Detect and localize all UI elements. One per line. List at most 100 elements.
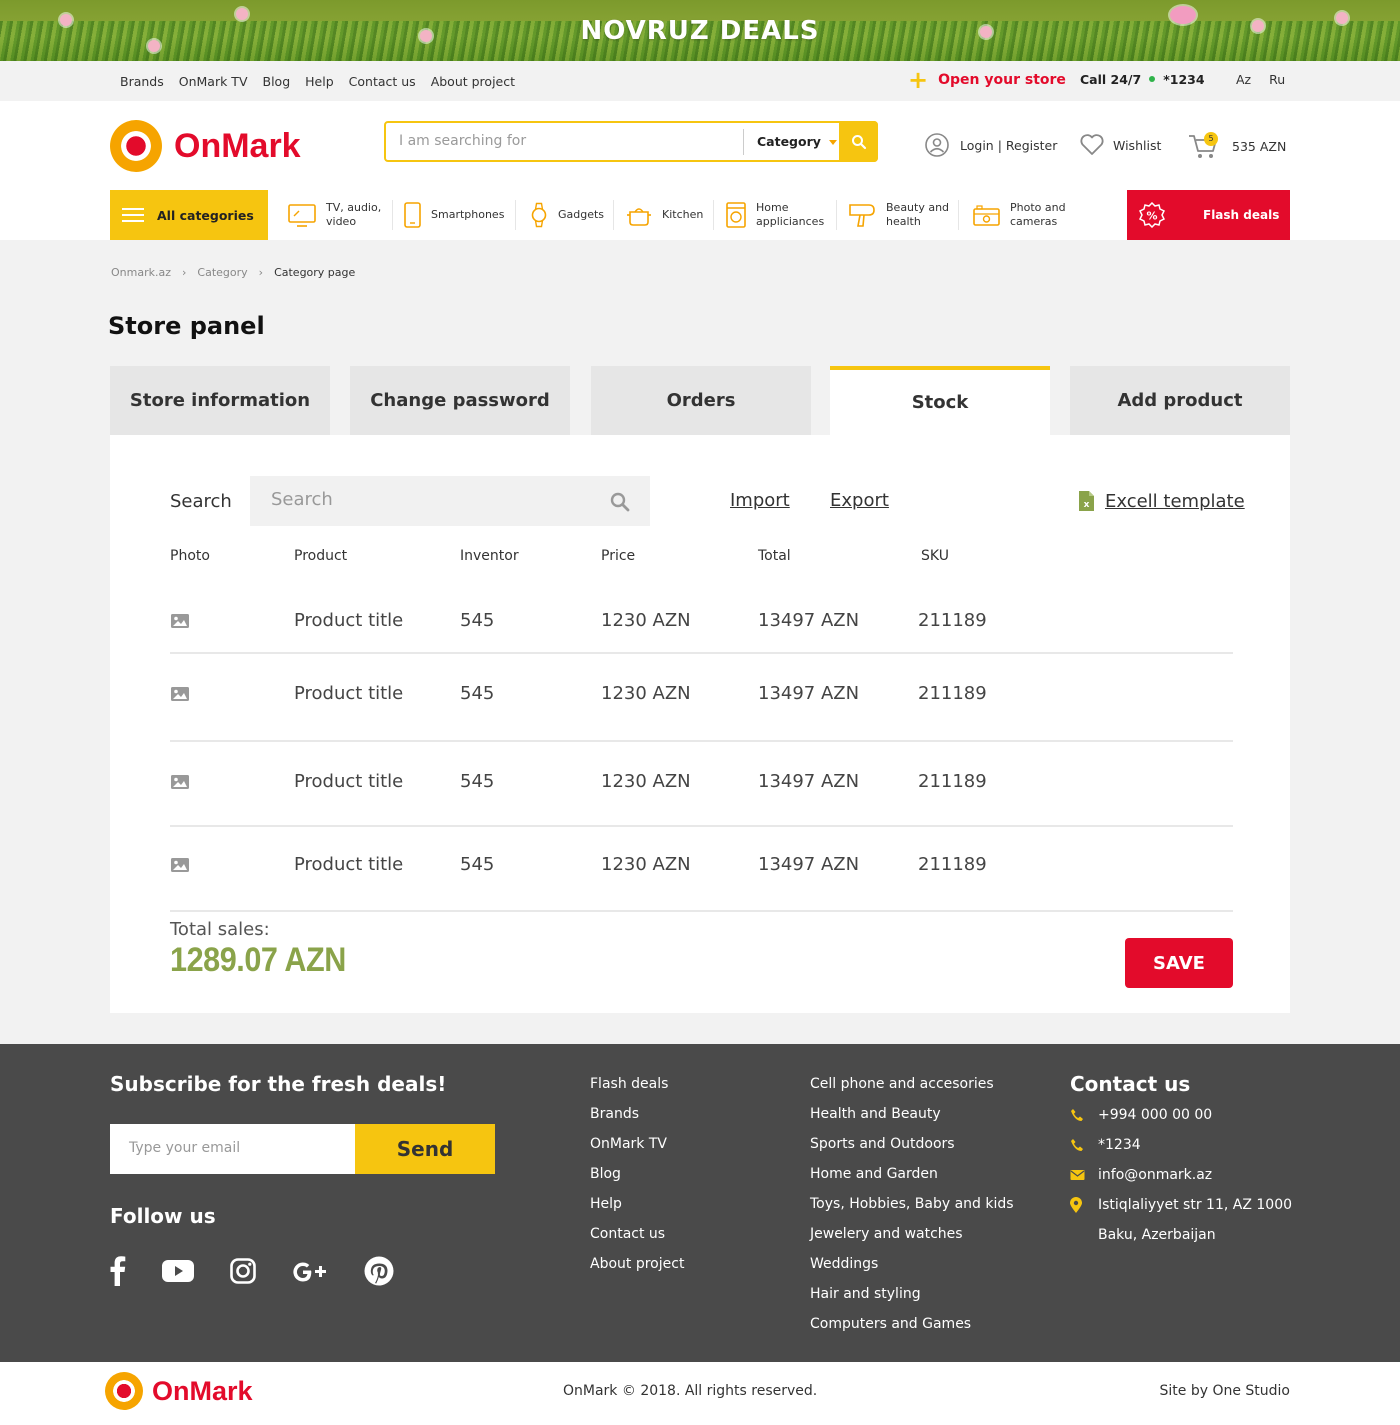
category-nav: All categories TV, audio, video Smartpho…	[0, 190, 1400, 240]
subscribe-send-button[interactable]: Send	[355, 1124, 495, 1174]
product-title: Product title	[294, 771, 404, 792]
table-row[interactable]: Product title 545 1230 AZN 13497 AZN 211…	[170, 595, 1233, 654]
toplink-about[interactable]: About project	[431, 74, 515, 89]
breadcrumb-current: Category page	[274, 266, 356, 279]
breadcrumb-home[interactable]: Onmark.az	[111, 266, 171, 279]
category-smartphones[interactable]: Smartphones	[404, 190, 504, 240]
footer-link[interactable]: Blog	[590, 1166, 684, 1196]
language-switcher: Az Ru	[1236, 72, 1299, 87]
page-title: Store panel	[108, 312, 265, 340]
category-kitchen[interactable]: Kitchen	[626, 190, 703, 240]
facebook-icon[interactable]	[110, 1256, 126, 1286]
divider	[515, 200, 516, 230]
category-label: Smartphones	[431, 208, 505, 221]
open-store-link[interactable]: + Open your store	[908, 68, 1066, 92]
svg-text:%: %	[1146, 210, 1157, 223]
breadcrumb-category[interactable]: Category	[197, 266, 247, 279]
footer-link[interactable]: About project	[590, 1256, 684, 1286]
column-header-inventory: Inventor	[460, 548, 519, 564]
footer-category-link[interactable]: Weddings	[810, 1256, 1014, 1286]
footer-category-link[interactable]: Sports and Outdoors	[810, 1136, 1014, 1166]
category-beauty-health[interactable]: Beauty and health	[849, 190, 949, 240]
header-search-input[interactable]: I am searching for	[399, 133, 526, 149]
category-tv-audio-video[interactable]: TV, audio, video	[288, 190, 381, 240]
footer-category-link[interactable]: Hair and styling	[810, 1286, 1014, 1316]
product-title: Product title	[294, 610, 404, 631]
tab-add-product[interactable]: Add product	[1070, 366, 1290, 435]
contact-phone[interactable]: +994 000 00 00	[1070, 1107, 1212, 1123]
all-categories-button[interactable]: All categories	[110, 190, 268, 240]
table-row[interactable]: Product title 545 1230 AZN 13497 AZN 211…	[170, 742, 1233, 827]
contact-title: Contact us	[1070, 1072, 1191, 1096]
stock-search-input[interactable]: Search	[250, 476, 650, 526]
wishlist-link[interactable]: Wishlist	[1079, 133, 1161, 157]
export-link[interactable]: Export	[830, 490, 889, 511]
tab-change-password[interactable]: Change password	[350, 366, 570, 435]
column-header-photo: Photo	[170, 548, 210, 564]
footer-link[interactable]: Brands	[590, 1106, 684, 1136]
table-row[interactable]: Product title 545 1230 AZN 13497 AZN 211…	[170, 654, 1233, 742]
lang-az[interactable]: Az	[1236, 72, 1251, 87]
tab-orders[interactable]: Orders	[591, 366, 811, 435]
category-label: Home appliciances	[756, 201, 825, 228]
total-value: 13497 AZN	[758, 771, 860, 792]
contact-email[interactable]: info@onmark.az	[1070, 1167, 1212, 1183]
instagram-icon[interactable]	[230, 1258, 256, 1284]
tab-stock[interactable]: Stock	[830, 366, 1050, 435]
import-link[interactable]: Import	[730, 490, 790, 511]
inventory-value: 545	[460, 854, 495, 875]
copyright: OnMark © 2018. All rights reserved.	[563, 1383, 818, 1399]
follow-us-title: Follow us	[110, 1204, 216, 1228]
footer-link[interactable]: Contact us	[590, 1226, 684, 1256]
category-gadgets[interactable]: Gadgets	[530, 190, 604, 240]
save-button[interactable]: SAVE	[1125, 938, 1233, 988]
table-row[interactable]: Product title 545 1230 AZN 13497 AZN 211…	[170, 827, 1233, 912]
category-photo-cameras[interactable]: Photo and cameras	[973, 190, 1066, 240]
flash-deals-button[interactable]: % Flash deals	[1127, 190, 1290, 240]
toplink-contact[interactable]: Contact us	[349, 74, 416, 89]
toplink-brands[interactable]: Brands	[120, 74, 164, 89]
pinterest-icon[interactable]	[364, 1256, 394, 1286]
tv-icon	[288, 204, 316, 227]
price-value: 1230 AZN	[601, 610, 691, 631]
column-header-sku: SKU	[921, 548, 949, 564]
menu-icon	[122, 204, 144, 226]
footer-link[interactable]: Help	[590, 1196, 684, 1226]
footer-category-link[interactable]: Computers and Games	[810, 1316, 1014, 1346]
tab-store-information[interactable]: Store information	[110, 366, 330, 435]
cart-link[interactable]: 535 AZN	[1187, 132, 1286, 160]
toplink-blog[interactable]: Blog	[263, 74, 291, 89]
footer-link[interactable]: Flash deals	[590, 1076, 684, 1106]
location-pin-icon	[1070, 1197, 1082, 1213]
excel-template-link[interactable]: x Excell template	[1078, 490, 1245, 512]
site-logo[interactable]: OnMark	[110, 120, 301, 172]
footer-category-link[interactable]: Home and Garden	[810, 1166, 1014, 1196]
search-button[interactable]	[839, 121, 878, 162]
footer-category-link[interactable]: Health and Beauty	[810, 1106, 1014, 1136]
footer-link[interactable]: OnMark TV	[590, 1136, 684, 1166]
category-home-appliances[interactable]: Home appliciances	[726, 190, 824, 240]
footer-category-link[interactable]: Jewelery and watches	[810, 1226, 1014, 1256]
footer-logo[interactable]: OnMark	[105, 1372, 253, 1410]
excel-file-icon: x	[1079, 491, 1094, 511]
category-label: Photo and cameras	[1010, 201, 1066, 228]
google-plus-icon[interactable]	[292, 1260, 330, 1284]
subscribe-email-input[interactable]: Type your email	[110, 1124, 355, 1174]
total-value: 13497 AZN	[758, 683, 860, 704]
product-title: Product title	[294, 854, 404, 875]
price-value: 1230 AZN	[601, 854, 691, 875]
footer-category-link[interactable]: Cell phone and accesories	[810, 1076, 1014, 1106]
login-register-link[interactable]: Login | Register	[925, 133, 1057, 157]
toplink-onmark-tv[interactable]: OnMark TV	[179, 74, 248, 89]
footer-category-link[interactable]: Toys, Hobbies, Baby and kids	[810, 1196, 1014, 1226]
category-select[interactable]: Category	[743, 129, 837, 155]
image-placeholder-icon	[171, 614, 189, 628]
youtube-icon[interactable]	[162, 1260, 194, 1282]
site-by-credit[interactable]: Site by One Studio	[1160, 1383, 1291, 1399]
contact-short-number[interactable]: *1234	[1070, 1137, 1141, 1153]
image-placeholder-icon	[171, 687, 189, 701]
lang-ru[interactable]: Ru	[1269, 72, 1285, 87]
toplink-help[interactable]: Help	[305, 74, 334, 89]
search-icon[interactable]	[610, 492, 630, 512]
promo-banner[interactable]: NOVRUZ DEALS	[0, 0, 1400, 61]
